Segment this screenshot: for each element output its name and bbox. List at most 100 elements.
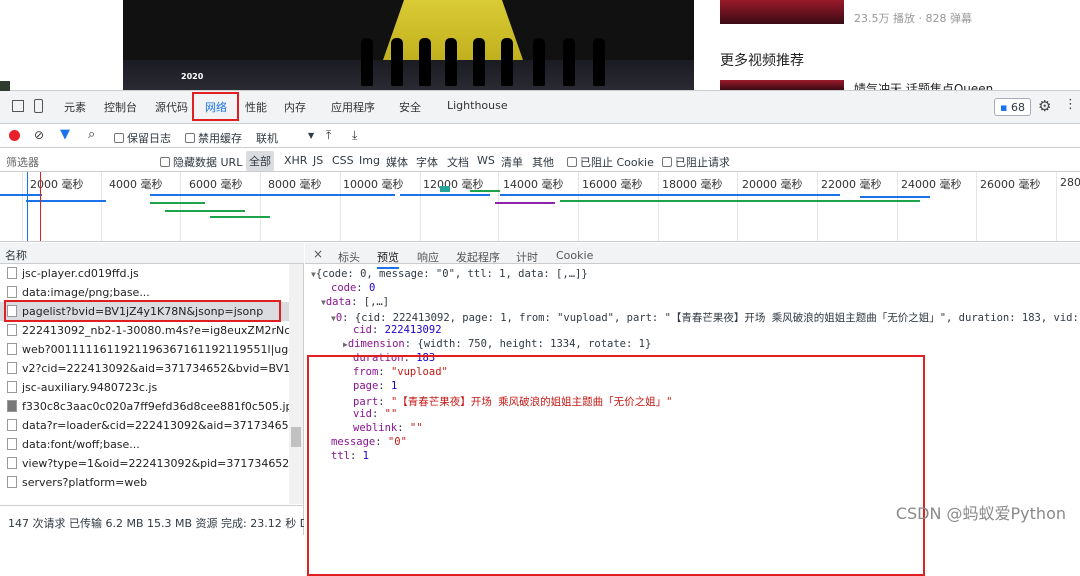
rec-thumbnail[interactable] [720,0,844,24]
performer [593,38,605,86]
rec-item-title[interactable]: 婧气冲天 话题焦点Queen [854,80,993,90]
tab-cookies[interactable]: Cookie [556,249,593,262]
timeline-tick: 26000 毫秒 [980,176,1041,192]
clear-icon[interactable]: ⊘ [34,128,44,142]
json-root-line[interactable]: ▼{code: 0, message: "0", ttl: 1, data: [… [311,268,588,280]
messages-badge[interactable]: ▪ 68 [994,98,1031,116]
preserve-log-checkbox[interactable]: 保留日志 [114,130,171,146]
filter-type-js[interactable]: JS [313,154,323,167]
tab-memory[interactable]: 内存 [284,99,306,115]
performer [563,38,575,86]
webpage-area: 2020 23.5万 播放 · 828 弹幕 更多视频推荐 婧气冲天 话题焦点Q… [0,0,1080,90]
filter-bar: 筛选器 隐藏数据 URL 全部 XHR JS CSS Img 媒体 字体 文档 … [0,148,1080,172]
json-code-line: code: 0 [331,282,375,294]
request-row[interactable]: jsc-auxiliary.9480723c.js [0,378,290,397]
filter-type-doc[interactable]: 文档 [447,154,469,170]
record-icon[interactable] [9,130,20,141]
device-toggle-icon[interactable] [34,99,43,113]
timeline-tick: 8000 毫秒 [268,176,322,192]
tab-timing[interactable]: 计时 [516,249,538,265]
request-row[interactable]: web?0011111611921196367161192119551l|ugc… [0,340,290,359]
timeline-tick: 6000 毫秒 [189,176,243,192]
performer [533,38,545,86]
json-data-line[interactable]: ▼data: [,…] [321,296,389,308]
throttle-select[interactable]: 联机 [256,130,278,146]
devtools-panel: 元素 控制台 源代码 网络 性能 内存 应用程序 安全 Lighthouse ▪… [0,90,1080,534]
detail-tabbar: × 标头 预览 响应 发起程序 计时 Cookie [305,243,1080,264]
request-row[interactable]: data?r=loader&cid=222413092&aid=37173465… [0,416,290,435]
request-row[interactable]: data:font/woff;base... [0,435,290,454]
filter-type-ws[interactable]: WS [477,154,495,167]
devtools-tabbar: 元素 控制台 源代码 网络 性能 内存 应用程序 安全 Lighthouse ▪… [0,91,1080,124]
stage-floor [123,60,694,90]
performer [473,38,485,86]
dom-content-marker [27,172,28,242]
tab-initiator[interactable]: 发起程序 [456,249,500,265]
network-summary: 147 次请求 已传输 6.2 MB 15.3 MB 资源 完成: 23.12 … [0,505,304,535]
request-row[interactable]: servers?platform=web [0,473,290,492]
watermark: CSDN @蚂蚁爱Python [896,500,1066,524]
filter-type-img[interactable]: Img [359,154,380,167]
close-icon[interactable]: × [313,247,323,261]
rec-thumbnail[interactable] [720,80,844,90]
tab-headers[interactable]: 标头 [338,249,360,265]
disable-cache-checkbox[interactable]: 禁用缓存 [185,130,242,146]
timeline-tick: 10000 毫秒 [343,176,404,192]
filter-icon[interactable]: ▼ [60,127,70,142]
load-marker [40,172,41,242]
message-icon: ▪ [1000,101,1007,114]
timeline-tick: 18000 毫秒 [662,176,723,192]
performer [361,38,373,86]
timeline-tick: 14000 毫秒 [503,176,564,192]
tab-elements[interactable]: 元素 [64,99,86,115]
name-column-header[interactable]: 名称 [0,243,304,264]
filter-type-all[interactable]: 全部 [246,151,274,171]
import-icon[interactable]: ⤒ [326,128,331,143]
tab-security[interactable]: 安全 [399,99,421,115]
filter-type-css[interactable]: CSS [332,154,354,167]
hide-data-urls-checkbox[interactable]: 隐藏数据 URL [160,154,242,170]
blocked-cookies-checkbox[interactable]: 已阻止 Cookie [567,154,654,170]
request-row[interactable]: f330c8c3aac0c020a7ff9efd36d8cee881f0c505… [0,397,290,416]
json-cid-line: cid: 222413092 [353,324,442,336]
tab-sources[interactable]: 源代码 [155,99,188,115]
request-list-pane: 名称 jsc-player.cd019ffd.js data:image/png… [0,243,304,535]
search-icon[interactable]: ⌕ [88,127,95,142]
request-list-scrollbar[interactable] [289,264,303,504]
export-icon[interactable]: ⤓ [352,128,357,143]
filter-type-other[interactable]: 其他 [532,154,554,170]
video-player[interactable]: 2020 [123,0,694,90]
tab-response[interactable]: 响应 [417,249,439,265]
gear-icon[interactable]: ⚙ [1038,97,1051,115]
rec-stats: 23.5万 播放 · 828 弹幕 [854,10,972,26]
inspect-icon[interactable] [12,100,24,112]
filter-type-font[interactable]: 字体 [416,154,438,170]
tab-application[interactable]: 应用程序 [331,99,375,115]
network-tab-highlight [192,92,239,121]
filter-type-manifest[interactable]: 清单 [501,154,523,170]
more-icon[interactable]: ⋮ [1064,97,1077,112]
filter-input[interactable]: 筛选器 [6,154,39,170]
network-timeline[interactable]: 2000 毫秒 4000 毫秒 6000 毫秒 8000 毫秒 10000 毫秒… [0,172,1080,242]
tab-lighthouse[interactable]: Lighthouse [447,99,508,112]
blocked-requests-checkbox[interactable]: 已阻止请求 [662,154,730,170]
network-toolbar: ⊘ ▼ ⌕ 保留日志 禁用缓存 联机 ▼ ⤒ ⤓ [0,124,1080,148]
performer [419,38,431,86]
tab-performance[interactable]: 性能 [245,99,267,115]
chevron-down-icon[interactable]: ▼ [308,131,314,140]
request-row[interactable]: jsc-player.cd019ffd.js [0,264,290,283]
tab-console[interactable]: 控制台 [104,99,137,115]
filter-type-xhr[interactable]: XHR [284,154,307,167]
request-row[interactable]: view?type=1&oid=222413092&pid=371734652 [0,454,290,473]
timeline-tick: 22000 毫秒 [821,176,882,192]
filter-type-media[interactable]: 媒体 [386,154,408,170]
performer [445,38,457,86]
request-row[interactable]: 222413092_nb2-1-30080.m4s?e=ig8euxZM2rNc… [0,321,290,340]
json-item-line[interactable]: ▼0: {cid: 222413092, page: 1, from: "vup… [331,310,1080,325]
rec-section-title: 更多视频推荐 [720,50,804,70]
request-row[interactable]: v2?cid=222413092&aid=371734652&bvid=BV1j… [0,359,290,378]
timeline-tick: 2000 毫秒 [30,176,84,192]
json-dimension-line[interactable]: ▶dimension: {width: 750, height: 1334, r… [343,338,651,350]
preview-highlight [307,355,925,576]
performer [501,38,513,86]
